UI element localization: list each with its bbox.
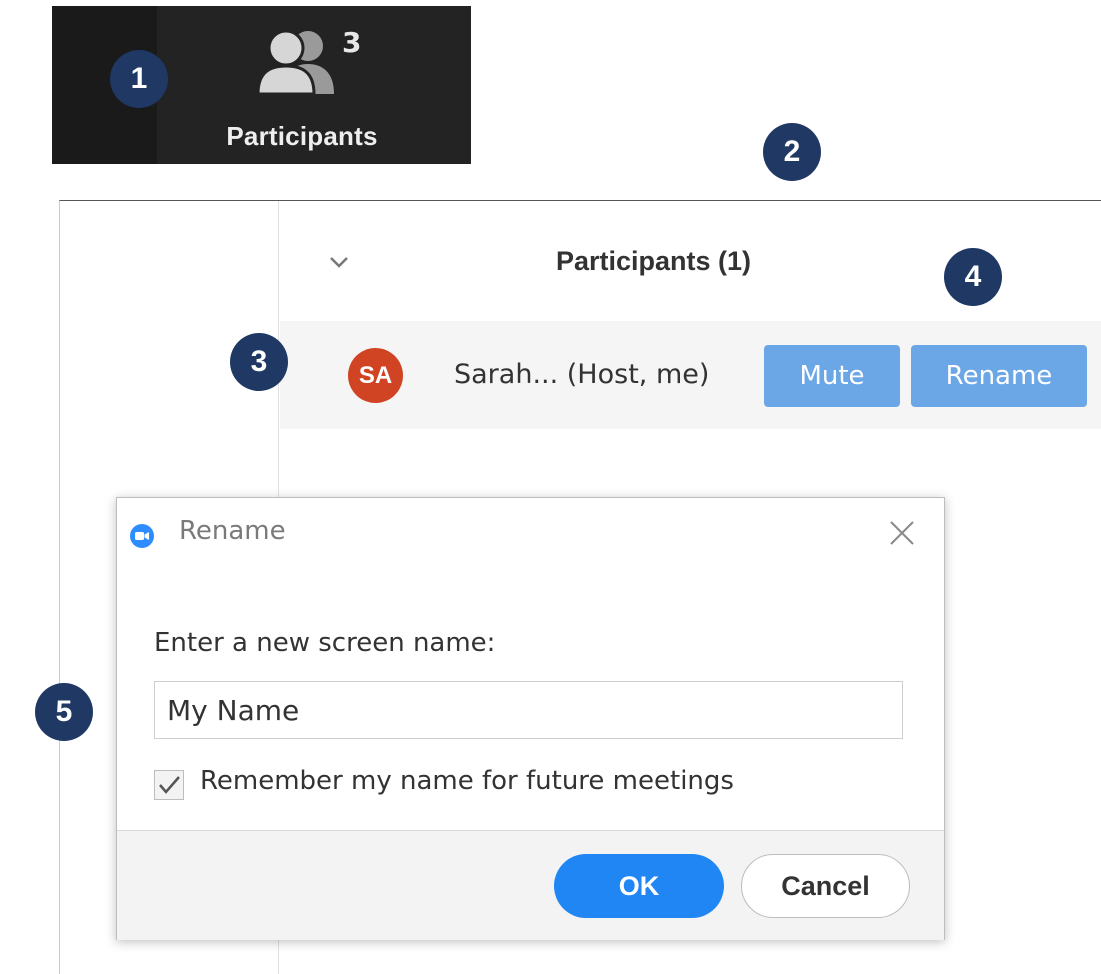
chevron-down-icon[interactable]	[328, 255, 350, 269]
participants-toolbar-button[interactable]: 3 Participants	[192, 26, 412, 156]
dialog-titlebar: Rename	[117, 498, 944, 568]
remember-name-label: Remember my name for future meetings	[200, 766, 734, 796]
step-marker-5: 5	[35, 683, 93, 741]
avatar: SA	[348, 348, 403, 403]
mute-button[interactable]: Mute	[764, 345, 900, 407]
zoom-logo-icon	[130, 524, 154, 548]
screen-name-input[interactable]	[154, 681, 903, 739]
participants-toolbar-label: Participants	[226, 121, 378, 151]
dialog-footer: OK Cancel	[117, 830, 944, 940]
ok-button[interactable]: OK	[554, 854, 724, 918]
step-marker-1: 1	[110, 50, 168, 108]
checkmark-icon	[159, 776, 180, 794]
step-marker-3: 3	[230, 333, 288, 391]
screen-name-prompt: Enter a new screen name:	[154, 628, 496, 658]
remember-name-option[interactable]: Remember my name for future meetings	[154, 766, 854, 806]
rename-button[interactable]: Rename	[911, 345, 1087, 407]
remember-name-checkbox[interactable]	[154, 770, 184, 800]
rename-dialog: Rename Enter a new screen name: Remember…	[116, 497, 945, 940]
participants-icon	[256, 29, 334, 96]
participant-name: Sarah... (Host, me)	[454, 359, 710, 390]
step-marker-2: 2	[763, 123, 821, 181]
dialog-title: Rename	[179, 516, 286, 546]
participant-count-badge: 3	[342, 26, 362, 59]
cancel-button[interactable]: Cancel	[741, 854, 910, 918]
step-marker-4: 4	[944, 248, 1002, 306]
participant-row[interactable]: SA Sarah... (Host, me) Mute Rename	[280, 321, 1101, 429]
panel-title: Participants (1)	[556, 246, 752, 276]
close-icon[interactable]	[887, 518, 917, 548]
